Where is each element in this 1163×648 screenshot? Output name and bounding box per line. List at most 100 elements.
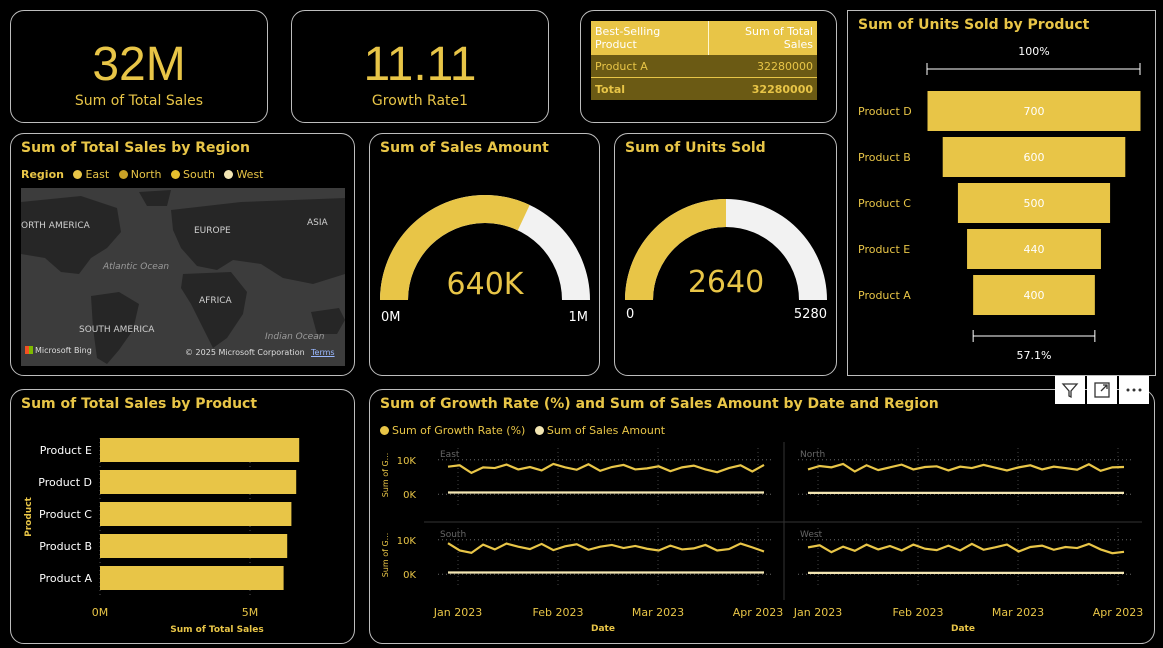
map-terms-link[interactable]: Terms [311,348,335,357]
funnel-category-label: Product C [858,197,911,210]
panel-title: West [800,530,823,540]
best-selling-table: Best-Selling Product Sum of Total Sales … [591,21,817,100]
kpi-total-sales-label: Sum of Total Sales [74,93,204,109]
gauge-units-value: 2640 [688,265,764,300]
x-tick-label: 5M [242,606,259,619]
legend-dot-icon [224,170,234,179]
panel-title: South [440,530,466,540]
panel-title: East [440,450,460,460]
x-tick-label: Jan 2023 [793,606,842,619]
y-tick-label: Product C [39,508,92,521]
bar[interactable] [100,438,300,462]
x-tick-label: Feb 2023 [533,606,584,619]
map-legend-south[interactable]: South [170,168,215,181]
gauge-sales-max: 1M [569,310,589,325]
y-tick-label: Product E [40,444,92,457]
map-legend-east[interactable]: East [73,168,109,181]
table-header-row: Best-Selling Product Sum of Total Sales [591,21,817,55]
x-tick-label: Mar 2023 [632,606,684,619]
y-tick-label: Product A [39,572,92,585]
kpi-growth-value: 11.11 [363,38,477,91]
growth-line[interactable] [447,542,765,555]
bar[interactable] [100,470,297,494]
funnel-value-label: 400 [1024,289,1045,302]
kpi-total-sales-value: 32M [92,38,186,91]
focus-mode-button[interactable] [1087,376,1117,404]
table-cell-product: Product A [595,59,648,73]
more-icon [1126,388,1142,392]
map-label-north-america: ORTH AMERICA [21,221,90,231]
funnel-value-label: 600 [1024,151,1045,164]
map-label-africa: AFRICA [199,296,232,306]
kpi-growth-label: Growth Rate1 [371,93,469,109]
growth-line[interactable] [447,462,765,475]
legend-dot-icon [73,170,83,179]
bar[interactable] [100,502,292,526]
table-total-label: Total [595,82,626,96]
y-axis-label: Sum of G... [381,533,390,578]
line-chart-card[interactable]: Sum of Growth Rate (%) and Sum of Sales … [369,389,1155,644]
y-axis-label: Product [24,496,34,536]
funnel-category-label: Product D [858,105,912,118]
windows-icon [25,346,33,354]
bar[interactable] [100,566,284,590]
panel-title: North [800,450,825,460]
map-title: Sum of Total Sales by Region [21,140,250,156]
y-tick-label: 10K [397,536,417,547]
bar[interactable] [100,534,288,558]
line-chart: East 0K 10K North South 0K 10K West Sum of G... S… [381,442,1143,634]
table-total-row: Total 32280000 [591,77,817,100]
x-axis-label: Date [951,624,975,634]
gauge-sales-min: 0M [381,310,401,325]
map-legend: Region East North South West [21,168,270,181]
growth-line[interactable] [807,542,1125,555]
funnel-category-label: Product B [858,151,911,164]
map-card[interactable]: Sum of Total Sales by Region Region East… [10,133,355,376]
funnel-top-pct: 100% [1018,45,1049,58]
gauge-units-card[interactable]: Sum of Units Sold 2640 0 5280 [614,133,837,376]
y-tick-label: 0K [403,490,416,501]
funnel-value-label: 700 [1024,105,1045,118]
best-selling-table-card[interactable]: Best-Selling Product Sum of Total Sales … [580,10,837,123]
table-cell-sales: 32280000 [757,59,813,73]
filter-icon [1061,383,1079,399]
x-tick-label: Mar 2023 [992,606,1044,619]
legend-dot-icon [118,170,128,179]
bar-chart-card[interactable]: Sum of Total Sales by Product 0M 5M Produc… [10,389,355,644]
y-tick-label: Product B [39,540,92,553]
bing-logo: Microsoft Bing [25,346,92,355]
table-row[interactable]: Product A 32280000 [591,55,817,78]
filter-button[interactable] [1055,376,1085,404]
y-axis-label: Sum of G... [381,453,390,498]
funnel-category-label: Product A [858,289,911,302]
world-map[interactable]: ORTH AMERICA EUROPE ASIA Atlantic Ocean … [21,188,345,366]
more-options-button[interactable] [1119,376,1149,404]
growth-line[interactable] [807,462,1125,473]
funnel-value-label: 500 [1024,197,1045,210]
x-axis-label: Sum of Total Sales [170,625,263,635]
table-header-sales[interactable]: Sum of Total Sales [709,21,817,55]
map-label-indian: Indian Ocean [265,332,325,342]
map-legend-west[interactable]: West [224,168,264,181]
gauge-units-min: 0 [626,307,634,322]
map-label-atlantic: Atlantic Ocean [103,262,170,272]
funnel-card[interactable]: Sum of Units Sold by Product 100% Produc… [847,10,1156,376]
map-legend-north[interactable]: North [118,168,161,181]
expand-icon [1094,382,1110,398]
x-tick-label: Feb 2023 [893,606,944,619]
map-label-europe: EUROPE [194,226,231,236]
funnel-bottom-pct: 57.1% [1017,349,1052,362]
y-tick-label: 0K [403,570,416,581]
funnel-chart: 100% Product D 700 Product B 600 Product C 50… [858,45,1141,362]
x-tick-label: Apr 2023 [733,606,784,619]
kpi-total-sales-card[interactable]: 32M Sum of Total Sales [10,10,268,123]
kpi-growth-card[interactable]: 11.11 Growth Rate1 [291,10,549,123]
table-header-product[interactable]: Best-Selling Product [591,21,710,55]
gauge-sales-value: 640K [447,267,525,302]
funnel-category-label: Product E [858,243,910,256]
visual-toolbar [1055,376,1149,404]
gauge-sales-card[interactable]: Sum of Sales Amount 640K 0M 1M [369,133,600,376]
map-label-asia: ASIA [307,218,328,228]
bar-chart: 0M 5M Product E Product D Product C Product B… [24,438,300,635]
gauge-sales-chart: 640K 0M 1M [380,194,590,325]
